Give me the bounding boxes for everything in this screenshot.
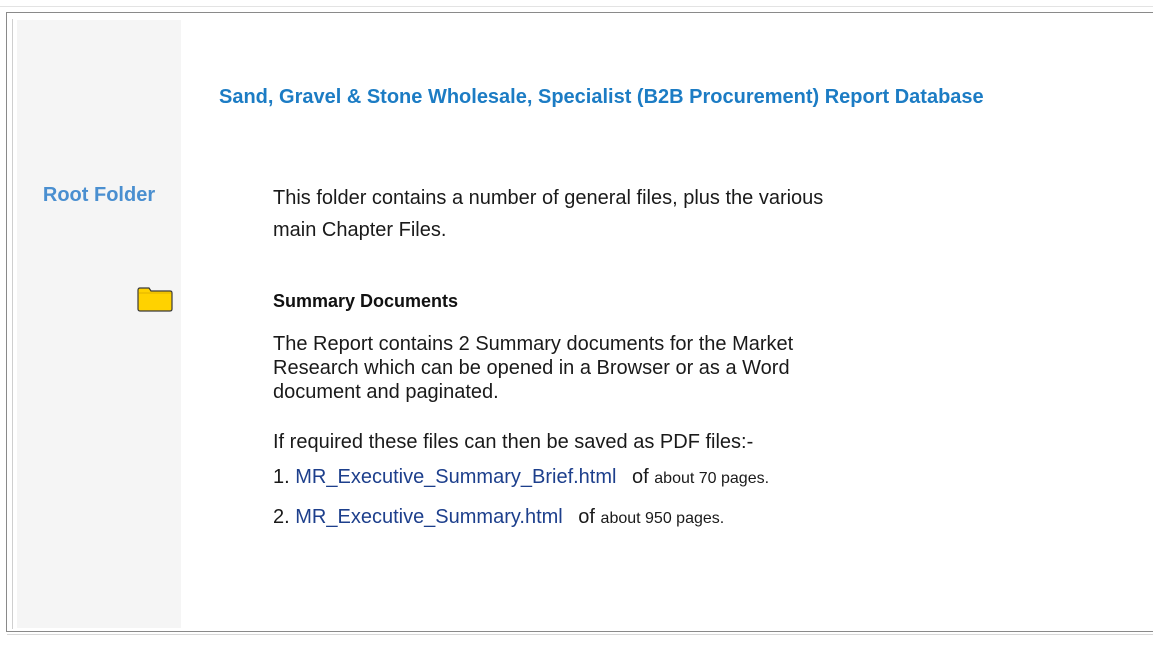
list-item-number: 1. xyxy=(273,466,290,488)
list-item-of: of xyxy=(578,506,595,528)
intro-line-2: main Chapter Files. xyxy=(273,219,447,241)
executive-summary-link[interactable]: MR_Executive_Summary.html xyxy=(295,506,562,528)
sidebar: Root Folder xyxy=(17,20,181,628)
list-item-of: of xyxy=(632,466,649,488)
page: Root Folder Sand, Gravel & Stone Wholesa… xyxy=(0,0,1153,647)
executive-summary-brief-link[interactable]: MR_Executive_Summary_Brief.html xyxy=(295,466,616,488)
bottom-divider xyxy=(7,634,1153,635)
intro-line-1: This folder contains a number of general… xyxy=(273,187,824,209)
list-item-pages: about 70 pages. xyxy=(654,470,770,487)
list-item-pages: about 950 pages. xyxy=(600,510,725,527)
summary-description: The Report contains 2 Summary documents … xyxy=(273,333,794,403)
folder-icon[interactable] xyxy=(137,286,173,312)
top-divider xyxy=(0,6,1153,7)
main-header: Sand, Gravel & Stone Wholesale, Speciali… xyxy=(219,82,1129,113)
sidebar-title: Root Folder xyxy=(42,184,156,206)
summary-heading: Summary Documents xyxy=(273,291,459,311)
list-item: 1. MR_Executive_Summary_Brief.html of ab… xyxy=(273,465,769,491)
list-item: 2. MR_Executive_Summary.html of about 95… xyxy=(273,505,724,531)
left-divider xyxy=(12,19,13,629)
report-title: Sand, Gravel & Stone Wholesale, Speciali… xyxy=(219,86,984,108)
pdf-note: If required these files can then be save… xyxy=(273,431,754,453)
list-item-number: 2. xyxy=(273,506,290,528)
intro-text: This folder contains a number of general… xyxy=(273,182,873,246)
